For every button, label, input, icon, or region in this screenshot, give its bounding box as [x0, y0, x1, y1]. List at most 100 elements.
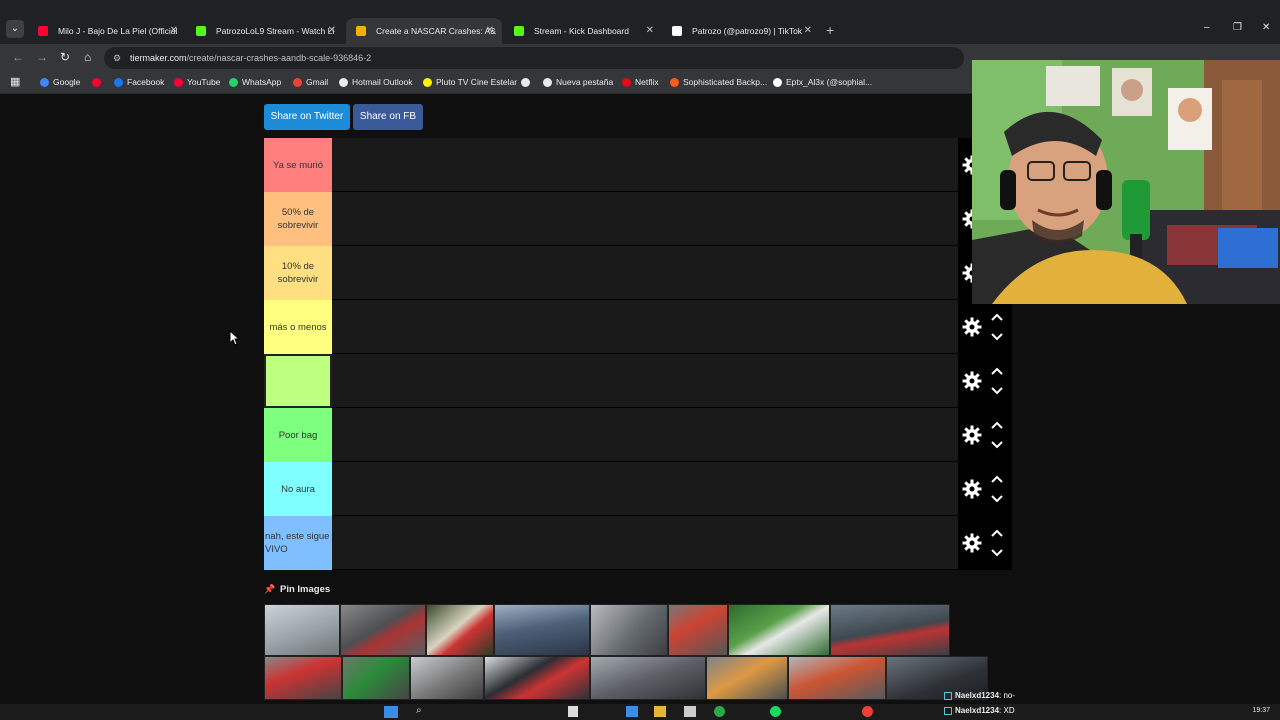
crash-image[interactable]: [590, 656, 706, 700]
tab-2[interactable]: Create a NASCAR Crashes: A& ✕: [346, 18, 502, 44]
share-fb-button[interactable]: Share on FB: [353, 104, 423, 130]
crash-image[interactable]: [728, 604, 830, 656]
chevron-down-icon[interactable]: [990, 440, 1004, 450]
pluto-tv-icon: [423, 78, 432, 87]
taskbar-app-icon[interactable]: [626, 706, 638, 717]
gear-icon[interactable]: [962, 479, 982, 499]
tier-label[interactable]: Ya se murió: [264, 138, 332, 192]
share-twitter-button[interactable]: Share on Twitter: [264, 104, 350, 130]
tab-4[interactable]: Patrozo (@patrozo9) | TikTok ✕: [662, 18, 820, 44]
chevron-up-icon[interactable]: [990, 474, 1004, 484]
crash-image[interactable]: [706, 656, 788, 700]
close-icon[interactable]: ✕: [804, 18, 812, 44]
tab-1[interactable]: PatrozoLoL9 Stream - Watch Li ✕: [186, 18, 344, 44]
tier-label[interactable]: 50% de sobrevivir: [264, 192, 332, 246]
bookmark-google[interactable]: Google: [40, 77, 80, 87]
apps-icon[interactable]: ▦: [10, 75, 20, 88]
site-info-icon[interactable]: ⚙: [113, 47, 121, 69]
chevron-down-icon[interactable]: [990, 332, 1004, 342]
pin-images-header[interactable]: 📌 Pin Images: [264, 584, 330, 595]
taskbar-app-icon[interactable]: [684, 706, 696, 717]
tier-row[interactable]: más o menos: [264, 300, 1012, 354]
crash-image[interactable]: [494, 604, 590, 656]
bookmark-new-tab[interactable]: Nueva pestaña: [543, 77, 613, 87]
tier-label[interactable]: Poor bag: [264, 408, 332, 462]
bookmark-label: YouTube: [187, 77, 221, 87]
taskbar-app-icon[interactable]: [714, 706, 725, 717]
chat-text: : no-: [999, 691, 1016, 700]
chevron-up-icon[interactable]: [990, 420, 1004, 430]
url-host: tiermaker.com: [130, 53, 187, 63]
tier-row[interactable]: 10% de sobrevivir: [264, 246, 1012, 300]
bookmark-sophisticated[interactable]: Sophisticated Backp...: [670, 77, 767, 87]
bookmark-youtube[interactable]: YouTube: [174, 77, 220, 87]
chevron-up-icon[interactable]: [990, 366, 1004, 376]
close-icon[interactable]: ✕: [486, 18, 494, 44]
chat-text: : XD: [999, 706, 1015, 715]
chevron-up-icon[interactable]: [990, 312, 1004, 322]
crash-image[interactable]: [830, 604, 950, 656]
minimize-icon[interactable]: –: [1204, 22, 1210, 33]
chrome-icon[interactable]: [862, 706, 873, 717]
tier-row[interactable]: nah, este sigue VIVO: [264, 516, 1012, 570]
crash-image[interactable]: [340, 604, 426, 656]
bookmark-facebook[interactable]: Facebook: [114, 77, 164, 87]
tier-row[interactable]: No aura: [264, 462, 1012, 516]
gear-icon[interactable]: [962, 425, 982, 445]
tier-controls: [958, 354, 1012, 408]
bookmark-netflix[interactable]: Netflix: [622, 77, 659, 87]
taskbar-app-icon[interactable]: [568, 706, 578, 717]
crash-image[interactable]: [264, 656, 342, 700]
address-bar[interactable]: ⚙ tiermaker.com/create/nascar-crashes-aa…: [104, 47, 964, 69]
tier-label[interactable]: más o menos: [264, 300, 332, 354]
youtube-icon: [38, 26, 48, 36]
back-icon[interactable]: ←: [12, 50, 24, 64]
close-icon[interactable]: ✕: [328, 18, 336, 44]
tier-label[interactable]: [264, 354, 332, 408]
tier-label[interactable]: 10% de sobrevivir: [264, 246, 332, 300]
crash-image[interactable]: [484, 656, 590, 700]
bookmark-tiktok[interactable]: Eptx_Al3x (@sophial...: [773, 77, 872, 87]
gear-icon[interactable]: [962, 371, 982, 391]
crash-image[interactable]: [264, 604, 340, 656]
crash-image[interactable]: [426, 604, 494, 656]
crash-image[interactable]: [788, 656, 886, 700]
folder-icon[interactable]: [654, 706, 666, 717]
tier-row[interactable]: [264, 354, 1012, 408]
maximize-icon[interactable]: ❐: [1233, 22, 1242, 33]
close-icon[interactable]: ✕: [646, 18, 654, 44]
tab-0[interactable]: Milo J - Bajo De La Piel (Official ✕: [28, 18, 186, 44]
crash-image[interactable]: [342, 656, 410, 700]
bookmark-pluto[interactable]: Pluto TV Cine Estelar: [423, 77, 517, 87]
windows-start-icon[interactable]: [384, 706, 398, 718]
spotify-icon[interactable]: [770, 706, 781, 717]
chevron-down-icon[interactable]: [990, 494, 1004, 504]
chevron-down-icon[interactable]: [990, 386, 1004, 396]
bookmark-hotmail[interactable]: Hotmail Outlook: [339, 77, 412, 87]
tab-3[interactable]: Stream - Kick Dashboard ✕: [504, 18, 662, 44]
gear-icon[interactable]: [962, 317, 982, 337]
crash-image[interactable]: [590, 604, 668, 656]
tier-row[interactable]: 50% de sobrevivir: [264, 192, 1012, 246]
tier-label[interactable]: No aura: [264, 462, 332, 516]
gear-icon[interactable]: [962, 533, 982, 553]
home-icon[interactable]: ⌂: [84, 50, 91, 64]
chevron-down-icon[interactable]: [990, 548, 1004, 558]
reload-icon[interactable]: ↻: [60, 50, 70, 64]
chevron-up-icon[interactable]: [990, 528, 1004, 538]
bookmark-label: WhatsApp: [242, 77, 282, 87]
bookmark-whatsapp[interactable]: WhatsApp: [229, 77, 281, 87]
close-icon[interactable]: ✕: [170, 18, 178, 44]
tab-search-button[interactable]: ⌄: [6, 20, 24, 38]
bookmark-gmail[interactable]: Gmail: [293, 77, 328, 87]
new-tab-button[interactable]: +: [826, 22, 834, 38]
crash-image[interactable]: [410, 656, 484, 700]
kick-icon: [196, 26, 206, 36]
forward-icon[interactable]: →: [36, 50, 48, 64]
tier-row[interactable]: Poor bag: [264, 408, 1012, 462]
tier-label[interactable]: nah, este sigue VIVO: [264, 516, 332, 570]
search-icon[interactable]: ⌕: [416, 705, 422, 716]
tier-row[interactable]: Ya se murió: [264, 138, 1012, 192]
crash-image[interactable]: [668, 604, 728, 656]
window-close-icon[interactable]: ✕: [1262, 22, 1270, 33]
